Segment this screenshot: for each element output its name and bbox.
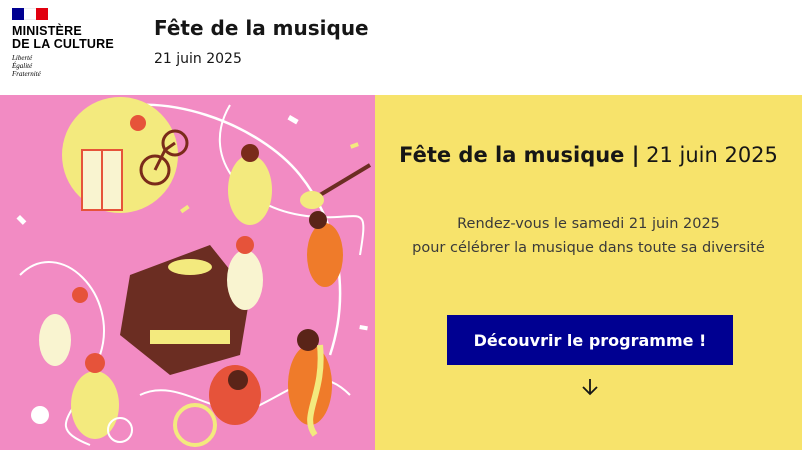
hero-description-line1: Rendez-vous le samedi 21 juin 2025: [457, 216, 720, 232]
site-title[interactable]: Fête de la musique: [154, 16, 369, 40]
arrow-down-icon[interactable]: [580, 377, 600, 397]
hero-heading: Fête de la musique | 21 juin 2025: [375, 143, 802, 167]
music-festival-illustration: [0, 95, 375, 450]
discover-program-button[interactable]: Découvrir le programme !: [447, 315, 733, 365]
hero-text-panel: Fête de la musique | 21 juin 2025 Rendez…: [375, 95, 802, 450]
hero-banner: Fête de la musique | 21 juin 2025 Rendez…: [0, 95, 802, 450]
illustration-artwork: [0, 95, 375, 450]
ministry-block: Ministère de la Culture Liberté Égalité …: [12, 25, 132, 79]
motto-fraternite: Fraternité: [12, 70, 41, 78]
motto-egalite: Égalité: [12, 62, 33, 70]
motto-liberte: Liberté: [12, 54, 33, 62]
marianne-flag-icon: [12, 8, 48, 20]
hero-description: Rendez-vous le samedi 21 juin 2025 pour …: [375, 212, 802, 260]
site-tagline: 21 juin 2025: [154, 51, 242, 67]
motto: Liberté Égalité Fraternité: [12, 54, 132, 78]
ministry-name-line2: de la Culture: [12, 37, 114, 51]
hero-heading-date: 21 juin 2025: [639, 143, 778, 167]
hero-heading-bold: Fête de la musique |: [399, 143, 640, 167]
site-header: Ministère de la Culture Liberté Égalité …: [0, 0, 802, 95]
hero-description-line2: pour célébrer la musique dans toute sa d…: [412, 240, 765, 256]
